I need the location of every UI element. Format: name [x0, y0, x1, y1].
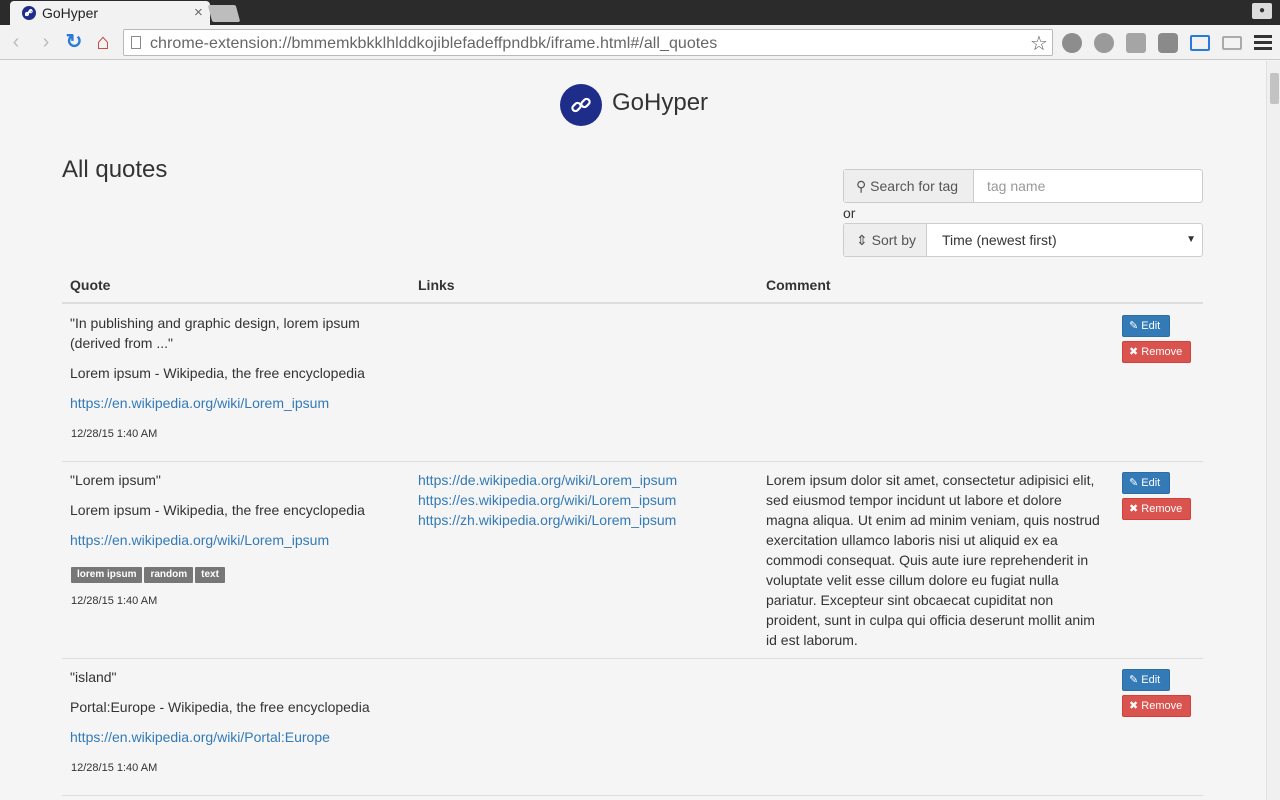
edit-icon: ✎	[1129, 320, 1139, 332]
scrollbar-thumb[interactable]	[1270, 73, 1279, 104]
back-arrow-icon[interactable]: ‹	[5, 31, 27, 53]
browser-tab[interactable]: GoHyper ×	[10, 1, 210, 25]
source-title: Portal:Europe - Wikipedia, the free ency…	[70, 699, 370, 715]
sort-icon: ⇕	[856, 232, 868, 248]
cast-icon[interactable]	[1222, 36, 1242, 50]
remove-icon: ✖	[1129, 503, 1139, 515]
home-icon[interactable]: ⌂	[92, 31, 114, 53]
tag-search-group: ⚲ Search for tag	[843, 169, 1203, 203]
remove-label: Remove	[1141, 503, 1183, 515]
source-title: Lorem ipsum - Wikipedia, the free encycl…	[70, 365, 365, 381]
source-link[interactable]: https://en.wikipedia.org/wiki/Lorem_ipsu…	[70, 393, 329, 413]
menu-icon[interactable]	[1254, 35, 1272, 53]
quote-text: "In publishing and graphic design, lorem…	[70, 315, 360, 351]
edit-button[interactable]: ✎ Edit	[1122, 669, 1170, 691]
url-text: chrome-extension://bmmemkbkklhlddkojible…	[150, 35, 718, 52]
comment-text: Lorem ipsum dolor sit amet, consectetur …	[766, 472, 1100, 648]
bookmark-star-icon[interactable]: ☆	[1030, 31, 1048, 56]
tab-title: GoHyper	[42, 5, 99, 21]
remove-icon: ✖	[1129, 700, 1139, 712]
quote-text: "island"	[70, 669, 117, 685]
new-tab-button[interactable]	[207, 5, 241, 22]
edit-label: Edit	[1141, 320, 1161, 332]
remove-label: Remove	[1141, 346, 1183, 358]
search-label: Search for tag	[870, 178, 959, 194]
edit-button[interactable]: ✎ Edit	[1122, 472, 1170, 494]
related-link[interactable]: https://de.wikipedia.org/wiki/Lorem_ipsu…	[418, 470, 677, 490]
remove-icon: ✖	[1129, 346, 1139, 358]
edit-label: Edit	[1141, 674, 1161, 686]
related-links: https://de.wikipedia.org/wiki/Lorem_ipsu…	[418, 470, 677, 530]
edit-button[interactable]: ✎ Edit	[1122, 315, 1170, 337]
profile-icon[interactable]: ●	[1252, 3, 1272, 19]
brand-name: GoHyper	[612, 89, 709, 116]
search-addon: ⚲ Search for tag	[844, 170, 974, 202]
source-link[interactable]: https://en.wikipedia.org/wiki/Lorem_ipsu…	[70, 530, 329, 550]
address-bar[interactable]: chrome-extension://bmmemkbkklhlddkojible…	[123, 29, 1053, 56]
search-icon: ⚲	[856, 178, 867, 194]
forward-arrow-icon[interactable]: ›	[35, 31, 57, 53]
remove-label: Remove	[1141, 700, 1183, 712]
tag-badge[interactable]: text	[195, 567, 225, 583]
screen-capture-icon[interactable]	[1190, 35, 1210, 51]
gohyper-logo-icon	[560, 84, 602, 126]
tag-badge[interactable]: random	[144, 567, 194, 583]
reload-icon[interactable]: ↻	[63, 31, 85, 53]
quote-text: "Lorem ipsum"	[70, 472, 161, 488]
page-scrollbar[interactable]	[1266, 61, 1280, 800]
sort-select[interactable]: Time (newest first) ▼	[928, 224, 1202, 256]
remove-button[interactable]: ✖ Remove	[1122, 498, 1191, 520]
row-divider	[62, 795, 1203, 796]
link-extension-icon[interactable]	[1062, 33, 1082, 53]
table-row: "Lorem ipsum" Lorem ipsum - Wikipedia, t…	[62, 461, 1203, 659]
browser-toolbar: ‹ › ↻ ⌂ chrome-extension://bmmemkbkklhld…	[0, 25, 1280, 60]
sort-addon: ⇕ Sort by	[844, 224, 927, 256]
remove-button[interactable]: ✖ Remove	[1122, 695, 1191, 717]
column-header-comment: Comment	[766, 277, 831, 293]
timestamp: 12/28/15 1:40 AM	[71, 762, 158, 774]
column-header-quote: Quote	[70, 277, 111, 293]
tag-badge[interactable]: lorem ipsum	[71, 567, 143, 583]
sort-label: Sort by	[871, 232, 916, 248]
column-header-links: Links	[418, 277, 455, 293]
shield-extension-icon[interactable]	[1094, 33, 1114, 53]
browser-tab-bar: GoHyper × ●	[0, 0, 1280, 25]
source-title: Lorem ipsum - Wikipedia, the free encycl…	[70, 502, 365, 518]
edit-label: Edit	[1141, 477, 1161, 489]
source-link[interactable]: https://en.wikipedia.org/wiki/Portal:Eur…	[70, 727, 330, 747]
or-text: or	[843, 205, 856, 221]
page-title: All quotes	[62, 156, 168, 183]
page-icon	[131, 36, 141, 49]
tag-list: lorem ipsum random text	[71, 564, 227, 583]
related-link[interactable]: https://es.wikipedia.org/wiki/Lorem_ipsu…	[418, 490, 677, 510]
remove-button[interactable]: ✖ Remove	[1122, 341, 1191, 363]
link-icon	[22, 6, 36, 20]
sort-select-value: Time (newest first)	[942, 232, 1057, 248]
sort-group: ⇕ Sort by Time (newest first) ▼	[843, 223, 1203, 257]
table-row: "In publishing and graphic design, lorem…	[62, 304, 1203, 462]
close-icon[interactable]: ×	[194, 4, 203, 21]
chevron-down-icon: ▼	[1186, 234, 1196, 245]
timestamp: 12/28/15 1:40 AM	[71, 428, 158, 440]
related-link[interactable]: https://zh.wikipedia.org/wiki/Lorem_ipsu…	[418, 510, 677, 530]
tag-search-input[interactable]	[975, 170, 1202, 202]
edit-icon: ✎	[1129, 477, 1139, 489]
timestamp: 12/28/15 1:40 AM	[71, 595, 158, 607]
table-row: "island" Portal:Europe - Wikipedia, the …	[62, 658, 1203, 796]
edit-icon: ✎	[1129, 674, 1139, 686]
clip-extension-icon[interactable]	[1158, 33, 1178, 53]
page-content: GoHyper All quotes ⚲ Search for tag or ⇕…	[0, 61, 1266, 800]
cube-extension-icon[interactable]	[1126, 33, 1146, 53]
